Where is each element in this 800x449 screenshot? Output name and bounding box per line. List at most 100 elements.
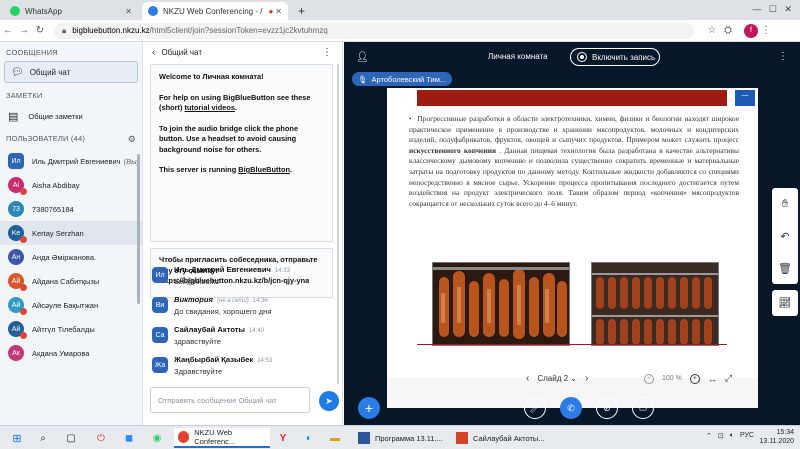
- screen-share-button[interactable]: ▭: [632, 397, 654, 419]
- taskbar-window-chrome[interactable]: NKZU Web Conferenc...: [174, 428, 270, 448]
- undo-icon[interactable]: ↶: [780, 230, 789, 243]
- smoked-meat-photo-left: [432, 262, 570, 346]
- smoked-meat-photo-right: [591, 262, 719, 346]
- hand-tool-icon[interactable]: ✋︎: [782, 198, 788, 211]
- user-list-item[interactable]: Ай Айдана Сабитқызы: [0, 269, 142, 293]
- fit-width-icon[interactable]: ↔: [708, 374, 717, 384]
- public-chat-label: Общий чат: [29, 67, 71, 77]
- user-list-toggle-icon[interactable]: 👤︎: [356, 52, 369, 63]
- audio-text: To join the audio bridge click the phone…: [159, 123, 299, 154]
- user-list-item[interactable]: Ил Иль Дмитрий Евгениевич (Вы): [0, 149, 142, 173]
- forward-icon[interactable]: →: [16, 25, 32, 36]
- notes-section-title: ЗАМЕТКИ: [6, 91, 43, 100]
- user-list-item[interactable]: Ан Анда Әміржанова.: [0, 245, 142, 269]
- avatar: Ан: [8, 249, 24, 265]
- edge-icon[interactable]: ◐: [300, 429, 318, 447]
- zoom-out-button[interactable]: −: [644, 373, 654, 384]
- zoom-in-button[interactable]: +: [689, 373, 700, 384]
- whatsapp-icon[interactable]: ◉: [148, 429, 166, 447]
- shared-notes-item[interactable]: ▤ Общие заметки: [0, 104, 142, 128]
- tab-nkzu[interactable]: NKZU Web Conferencing - / ● ✕: [142, 2, 288, 20]
- server-end: .: [290, 165, 293, 174]
- talking-indicator[interactable]: 🎙︎ Артоболевский Тим...: [352, 72, 453, 86]
- windows-start-icon[interactable]: ⊞: [8, 429, 26, 447]
- user-list: Ил Иль Дмитрий Евгениевич (Вы) Ai Aisha Abdi…: [0, 149, 142, 365]
- user-list-item[interactable]: Ак Акдана Умарова: [0, 341, 142, 365]
- tab-whatsapp[interactable]: WhatsApp ✕: [4, 2, 138, 20]
- reload-icon[interactable]: ↻: [32, 25, 48, 36]
- browser-menu-icon[interactable]: ⋮: [758, 25, 774, 36]
- audio-button[interactable]: ✆: [560, 397, 582, 419]
- chat-message: Ил Иль Дмитрий Евгениевич 14:33 deil@nkzu.k…: [150, 265, 335, 295]
- folder-icon[interactable]: ▬: [326, 429, 344, 447]
- back-icon[interactable]: ←: [0, 25, 16, 36]
- star-icon[interactable]: ☆: [704, 25, 720, 36]
- search-icon[interactable]: ⌕: [34, 429, 52, 447]
- slide-selector[interactable]: Слайд 2 ⌄: [537, 374, 577, 383]
- tutorial-videos-link[interactable]: tutorial videos: [184, 103, 235, 112]
- user-list-item[interactable]: Ай Айсәуле Бақытжан: [0, 293, 142, 317]
- user-name: Aisha Abdibay: [32, 180, 80, 190]
- next-slide-button[interactable]: ›: [585, 373, 588, 384]
- users-section-title: ПОЛЬЗОВАТЕЛИ (44) ⚙: [0, 128, 142, 145]
- chat-scrollbar[interactable]: [337, 64, 339, 384]
- user-list-scrollbar[interactable]: [137, 154, 140, 304]
- network-icon[interactable]: ⊡: [718, 432, 724, 440]
- avatar: Ви: [152, 297, 168, 313]
- fullscreen-icon[interactable]: ⤢: [725, 373, 732, 384]
- chat-title: Общий чат: [161, 47, 202, 57]
- user-list-item[interactable]: Ай Айтгүл Тілебалды: [0, 317, 142, 341]
- gear-icon[interactable]: ⚙: [128, 134, 136, 145]
- slide-corner-button[interactable]: —: [735, 90, 755, 106]
- close-icon[interactable]: ✕: [125, 7, 132, 16]
- mute-button[interactable]: 🎤︎: [524, 397, 546, 419]
- chat-header: ‹ Общий чат ⋮: [144, 42, 342, 62]
- options-menu-icon[interactable]: ⋮: [778, 51, 788, 62]
- message-text: здравствуйте: [174, 337, 221, 346]
- whatsapp-icon: [10, 6, 20, 16]
- zoom-app-icon[interactable]: ◼: [120, 429, 138, 447]
- url-field[interactable]: 🔒︎ bigbluebutton.nkzu.kz /html5client/jo…: [54, 22, 694, 39]
- send-button[interactable]: ➤: [319, 391, 339, 411]
- user-name: Айдана Сабитқызы: [32, 276, 100, 286]
- message-header: Виктория (не в сети) 14:36: [174, 295, 268, 304]
- extension-icon[interactable]: ⛭: [720, 25, 736, 36]
- chat-bubble-icon: 💬︎: [11, 66, 24, 78]
- taskbar-window-powerpoint[interactable]: Сайлаубай Актоты...: [452, 428, 546, 448]
- chat-message-input[interactable]: Отправить сообщение Общий чат: [150, 387, 310, 413]
- taskbar-window-word[interactable]: Программа 13.11....: [354, 428, 448, 448]
- actions-button[interactable]: +: [358, 397, 380, 419]
- chat-menu-icon[interactable]: ⋮: [322, 47, 332, 58]
- smoked-meat-image: [433, 263, 569, 345]
- power-app-icon[interactable]: ⏻: [92, 429, 110, 447]
- zoom-value[interactable]: 100 %: [662, 375, 682, 382]
- taskbar-window-label: Сайлаубай Актоты...: [473, 433, 545, 443]
- user-name: Анда Әміржанова.: [32, 252, 97, 262]
- user-list-item[interactable]: Ke Kertay Serzhan: [0, 221, 142, 245]
- previous-slide-button[interactable]: ‹: [526, 373, 529, 384]
- public-chat-item[interactable]: 💬︎ Общий чат: [4, 61, 138, 83]
- clock[interactable]: 15:34 13.11.2020: [759, 428, 794, 446]
- window-controls[interactable]: — ☐ ✕: [752, 4, 792, 15]
- chevron-left-icon[interactable]: ‹: [152, 47, 155, 58]
- new-tab-button[interactable]: +: [292, 2, 311, 20]
- language-indicator[interactable]: РУС: [740, 432, 754, 440]
- volume-icon[interactable]: 🔈︎: [730, 432, 734, 440]
- user-list-item[interactable]: Ai Aisha Abdibay: [0, 173, 142, 197]
- video-button[interactable]: ⊘: [596, 397, 618, 419]
- slide-text-pre: Прогрессивные разработки в области элект…: [409, 114, 739, 145]
- record-label: Включить запись: [592, 52, 656, 62]
- record-button[interactable]: Включить запись: [570, 48, 660, 66]
- multi-user-whiteboard-button[interactable]: 📈︎: [772, 290, 798, 316]
- slide-navigation: ‹ Слайд 2 ⌄ ›: [526, 373, 588, 384]
- task-view-icon[interactable]: ▢: [62, 429, 80, 447]
- avatar: Са: [152, 327, 168, 343]
- yandex-icon[interactable]: Y: [274, 429, 292, 447]
- word-icon: [358, 432, 370, 444]
- profile-avatar[interactable]: f: [744, 23, 758, 38]
- chevron-up-icon[interactable]: ⌃: [706, 432, 712, 440]
- close-icon[interactable]: ✕: [275, 7, 282, 16]
- bigbluebutton-link[interactable]: BigBlueButton: [238, 165, 290, 174]
- trash-icon[interactable]: 🗑︎: [778, 262, 792, 275]
- user-list-item[interactable]: 73 7380765184: [0, 197, 142, 221]
